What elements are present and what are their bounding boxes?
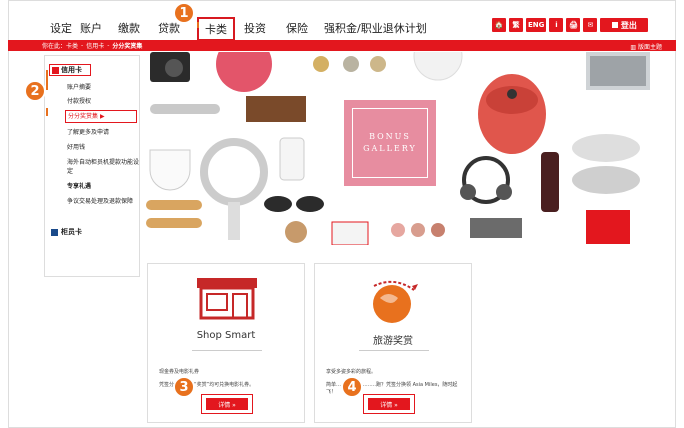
- sidebar-item-privileges[interactable]: 专享礼遇: [67, 182, 139, 191]
- callout-1: 1: [173, 2, 195, 24]
- coffee-icon: [285, 221, 307, 243]
- sidebar: 信用卡 账户摘要 付款授权 分分奖赏集 ▶ 了解更多及申请 好用钱 海外自动柜员…: [44, 55, 140, 277]
- sidebar-item-atm-settings[interactable]: 海外自动柜员机提款功能设定: [67, 158, 139, 176]
- cup-icon: [149, 149, 191, 191]
- sidebar-heading-credit-card[interactable]: 信用卡: [49, 64, 91, 76]
- phone-icon: [279, 137, 305, 181]
- sidebar-section-atm-card[interactable]: 柜员卡: [51, 227, 82, 237]
- roses-icon: [216, 52, 272, 92]
- caret-right-icon: ▶: [99, 113, 105, 120]
- sidebar-item-learn-more[interactable]: 了解更多及申请: [67, 128, 139, 137]
- storefront-icon: [197, 278, 257, 320]
- microphone-icon: [150, 104, 220, 114]
- credit-card-icon: [52, 66, 59, 74]
- sidebar-item-summary[interactable]: 账户摘要: [67, 83, 139, 92]
- bread-icon: [146, 200, 202, 210]
- breadcrumb-item-cards[interactable]: 卡类: [66, 41, 78, 50]
- breadcrumb: 你在此： 卡类 - 信用卡 - 分分奖赏集 ▥ 版面主题: [8, 40, 676, 51]
- callout-3: 3: [173, 376, 195, 398]
- gift-icon: [586, 210, 630, 244]
- mail-icon[interactable]: ✉: [583, 18, 598, 32]
- sidebar-item-payment-auth[interactable]: 付款授权: [67, 97, 139, 106]
- breadcrumb-prefix: 你在此：: [42, 43, 67, 50]
- nav-accounts[interactable]: 账户: [80, 20, 102, 36]
- sunglasses-icon: [264, 196, 292, 212]
- breadcrumb-item-credit-card[interactable]: 信用卡: [86, 41, 104, 50]
- travel-rewards-card: 旅游奖赏 享受多姿多彩的旅程。 简单……………………跑？凭签分换领 Asia M…: [314, 263, 472, 423]
- callout-connector: [46, 108, 48, 116]
- card-title: Shop Smart: [196, 330, 256, 341]
- card-title: 旅游奖赏: [373, 336, 413, 347]
- nav-payments[interactable]: 缴款: [118, 20, 140, 36]
- nav-settings[interactable]: 设定: [50, 20, 72, 36]
- top-navigation: 设定 账户 缴款 贷款 卡类 投资 保险 强积金/职业退休计划 🏠 繁 ENG …: [8, 14, 676, 41]
- sneaker-icon: [572, 134, 640, 162]
- sidebar-item-money-back[interactable]: 好用钱: [67, 143, 139, 152]
- card-divider: [192, 350, 262, 351]
- nav-loans[interactable]: 贷款: [158, 20, 180, 36]
- logout-button[interactable]: 登出: [600, 18, 649, 32]
- callout-connector: [46, 70, 48, 90]
- bonus-gallery-logo: BONUS GALLERY: [344, 100, 436, 186]
- details-button[interactable]: 详情 »: [368, 398, 410, 410]
- bonus-text: BONUS: [369, 132, 411, 141]
- sidebar-section-label: 柜员卡: [61, 228, 82, 236]
- nav-cards[interactable]: 卡类: [197, 17, 235, 41]
- chocolate-icon: [246, 96, 306, 122]
- coin-icon: [313, 56, 329, 72]
- info-icon[interactable]: i: [549, 18, 564, 32]
- fan-icon: [200, 138, 268, 206]
- globe-plane-icon: [373, 280, 418, 323]
- home-icon[interactable]: 🏠: [492, 18, 506, 32]
- nav-investment[interactable]: 投资: [244, 20, 266, 36]
- nav-mpf[interactable]: 强积金/职业退休计划: [324, 20, 427, 36]
- card-description: 享受多姿多彩的旅程。: [326, 369, 377, 375]
- callout-2: 2: [24, 80, 46, 102]
- grill-icon: [470, 218, 522, 238]
- callout-connector: [197, 22, 199, 28]
- popcorn-icon: [331, 221, 369, 245]
- english-button[interactable]: ENG: [526, 18, 547, 32]
- breadcrumb-item-current: 分分奖赏集: [112, 43, 143, 50]
- card-divider: [359, 350, 429, 351]
- toolbar: 🏠 繁 ENG i 🖨 ✉ 登出: [492, 18, 649, 32]
- plate-icon: [413, 52, 463, 81]
- logout-label: 登出: [620, 20, 637, 30]
- print-icon[interactable]: 🖨: [566, 18, 581, 32]
- logout-icon: [611, 22, 618, 28]
- sidebar-item-label: 分分奖赏集: [68, 113, 99, 120]
- atm-card-icon: [51, 228, 58, 236]
- callout-4: 4: [341, 376, 363, 398]
- sidebar-item-bonus-gallery[interactable]: 分分奖赏集 ▶: [65, 110, 137, 123]
- traditional-chinese-button[interactable]: 繁: [509, 18, 523, 32]
- theme-label: 版面主题: [637, 44, 662, 51]
- wine-bottle-icon: [541, 152, 559, 212]
- gallery-text: GALLERY: [363, 144, 417, 153]
- card-description: 现金券及电影礼券: [159, 369, 200, 375]
- sidebar-heading-label: 信用卡: [61, 66, 82, 74]
- sidebar-item-dispute[interactable]: 争议交易处理及退款保障: [67, 197, 139, 206]
- bonus-gallery-banner: BONUS GALLERY: [146, 52, 650, 245]
- theme-link[interactable]: ▥ 版面主题: [630, 42, 662, 51]
- details-button[interactable]: 详情 »: [206, 398, 248, 410]
- macaron-icon: [391, 223, 405, 237]
- nav-insurance[interactable]: 保险: [286, 20, 308, 36]
- shop-smart-card: Shop Smart 现金券及电影礼券 凭签分…………“奖赏”均可兑换电影礼券。…: [147, 263, 305, 423]
